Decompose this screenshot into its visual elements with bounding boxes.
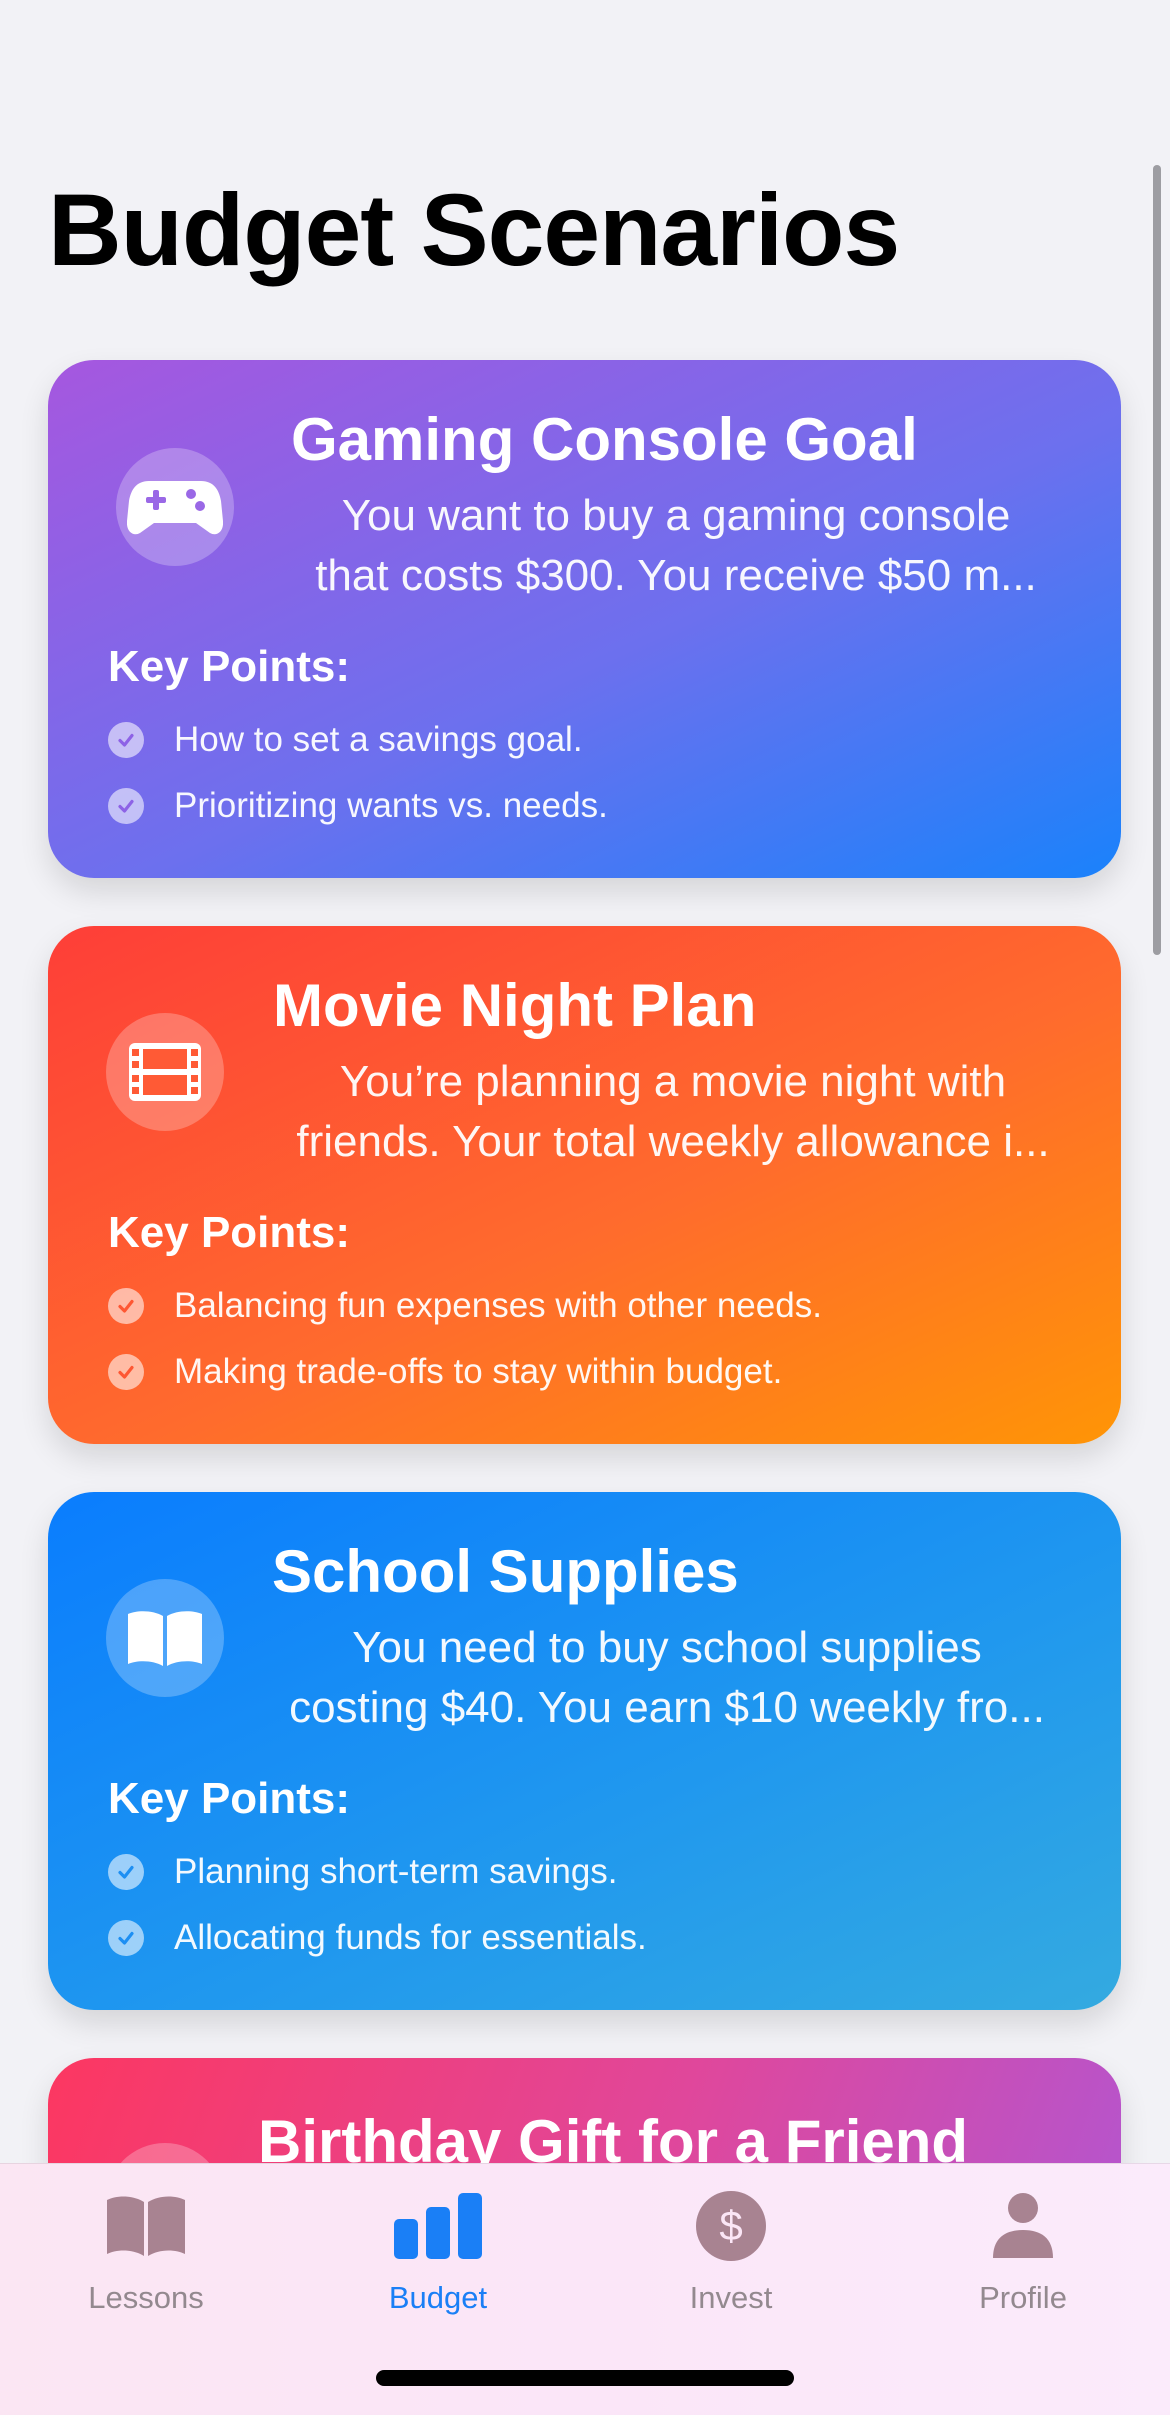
tab-label: Lessons	[88, 2280, 204, 2315]
card-title: School Supplies	[272, 1538, 739, 1605]
chart-bar-icon	[394, 2186, 482, 2266]
scenario-card-movie-night[interactable]: Movie Night Plan You’re planning a movie…	[48, 926, 1121, 1444]
key-point-item: Making trade-offs to stay within budget.	[108, 1352, 782, 1392]
scenario-card-gaming-console[interactable]: Gaming Console Goal You want to buy a ga…	[48, 360, 1121, 878]
svg-text:$: $	[719, 2202, 742, 2249]
book-icon	[105, 2186, 187, 2266]
tab-lessons[interactable]: Lessons	[46, 2186, 246, 2326]
tab-label: Invest	[689, 2280, 773, 2315]
tab-profile[interactable]: Profile	[923, 2186, 1123, 2326]
key-point-item: How to set a savings goal.	[108, 720, 583, 760]
person-icon	[991, 2186, 1055, 2266]
gamecontroller-icon	[116, 448, 234, 566]
tab-budget[interactable]: Budget	[338, 2186, 538, 2326]
scenario-card-school-supplies[interactable]: School Supplies You need to buy school s…	[48, 1492, 1121, 2010]
card-description: You want to buy a gaming console that co…	[315, 491, 1037, 600]
key-points-label: Key Points:	[108, 642, 351, 691]
tab-label: Budget	[388, 2280, 488, 2315]
card-description: You’re planning a movie night with frien…	[296, 1057, 1050, 1166]
key-point-item: Prioritizing wants vs. needs.	[108, 786, 608, 826]
card-title: Movie Night Plan	[273, 972, 757, 1039]
key-point-item: Balancing fun expenses with other needs.	[108, 1286, 822, 1326]
checkmark-circle-icon	[108, 1920, 144, 1956]
scrollbar[interactable]	[1153, 165, 1161, 955]
card-description: You need to buy school supplies costing …	[289, 1623, 1045, 1732]
home-indicator[interactable]	[376, 2370, 794, 2386]
card-title: Gaming Console Goal	[291, 406, 918, 473]
tab-label: Profile	[979, 2280, 1067, 2315]
film-icon	[106, 1013, 224, 1131]
checkmark-circle-icon	[108, 788, 144, 824]
book-icon	[106, 1579, 224, 1697]
key-point-item: Planning short-term savings.	[108, 1852, 618, 1892]
key-points-label: Key Points:	[108, 1774, 351, 1823]
checkmark-circle-icon	[108, 1354, 144, 1390]
checkmark-circle-icon	[108, 1288, 144, 1324]
page-title: Budget Scenarios	[48, 173, 900, 287]
checkmark-circle-icon	[108, 722, 144, 758]
tab-invest[interactable]: $ Invest	[631, 2186, 831, 2326]
dollar-circle-icon: $	[695, 2186, 767, 2266]
key-points-label: Key Points:	[108, 1208, 351, 1257]
checkmark-circle-icon	[108, 1854, 144, 1890]
key-point-item: Allocating funds for essentials.	[108, 1918, 647, 1958]
